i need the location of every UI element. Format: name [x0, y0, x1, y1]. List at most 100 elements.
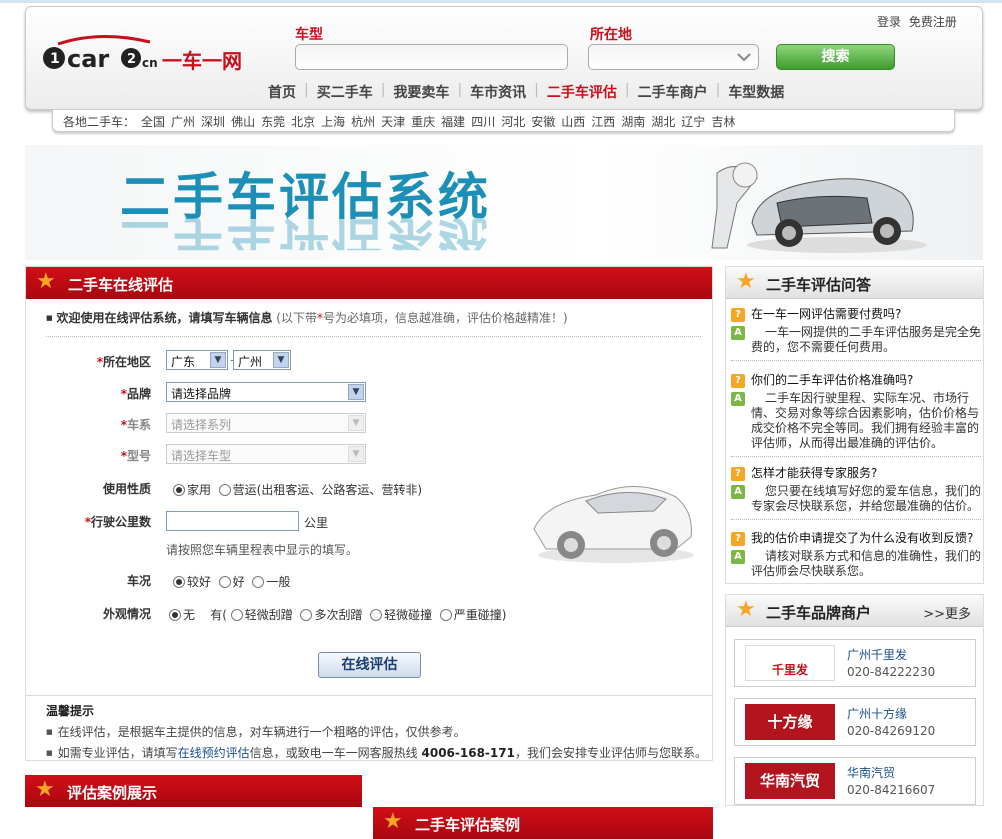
question-icon: ? [731, 532, 745, 546]
city-link[interactable]: 湖北 [651, 113, 675, 129]
star-icon: ★ [36, 269, 56, 294]
tip-2-post: ，我们会安排专业评估师与您联系。 [514, 746, 707, 760]
qa-answer: 二手车因行驶里程、实际车况、市场行情、交易对象等综合因素影响，估价价格与成交价格… [751, 391, 980, 450]
nav-news[interactable]: 车市资讯 [462, 82, 534, 102]
appearance-none-radio[interactable] [169, 609, 181, 621]
mileage-label-text: 行驶公里数 [90, 515, 151, 529]
question-icon: ? [731, 374, 745, 388]
hotline-number: 4006-168-171 [421, 746, 515, 760]
city-link[interactable]: 吉林 [711, 113, 735, 129]
merchant-card[interactable]: 千里发 广州千里发 020-84222230 [734, 639, 976, 687]
appearance-none-label: 无 [183, 608, 196, 622]
nav-evaluation[interactable]: 二手车评估 [539, 82, 625, 102]
merchant-name[interactable]: 华南汽贸 [847, 764, 895, 781]
appearance-severe-collision-radio[interactable] [439, 609, 452, 621]
qa-answer: 一车一网提供的二手车评估服务是完全免费的，您不需要任何费用。 [751, 325, 982, 354]
evaluation-panel: ★ 二手车在线评估 ■ 欢迎使用在线评估系统，请填写车辆信息 (以下带*号为必填… [25, 266, 713, 761]
merchant-name[interactable]: 广州十方缘 [847, 705, 907, 722]
top-line [0, 0, 1002, 3]
chevron-down-icon: ▼ [348, 415, 364, 431]
welcome-note-pre: (以下带 [276, 311, 317, 325]
city-link[interactable]: 杭州 [351, 113, 375, 129]
merchants-panel: ★ 二手车品牌商户 >>更多 千里发 广州千里发 020-84222230 十方… [725, 594, 984, 806]
province-value: 广东 [171, 355, 196, 369]
city-link[interactable]: 河北 [501, 113, 525, 129]
model-search-input[interactable] [295, 44, 568, 70]
city-link[interactable]: 深圳 [201, 113, 225, 129]
model-select[interactable]: 请选择车型 ▼ [166, 444, 366, 464]
city-link[interactable]: 广州 [171, 113, 195, 129]
qa-panel-header: ★ 二手车评估问答 [726, 267, 983, 299]
qa-question[interactable]: 怎样才能获得专家服务? [731, 466, 981, 481]
nav-home[interactable]: 首页 [260, 82, 304, 102]
mileage-input[interactable] [166, 511, 299, 531]
usage-commercial-radio[interactable] [218, 484, 231, 496]
qa-question[interactable]: 你们的二手车评估价格准确吗? [731, 373, 981, 388]
city-link[interactable]: 佛山 [231, 113, 255, 129]
city-link[interactable]: 山西 [561, 113, 585, 129]
condition-good-radio[interactable] [173, 576, 185, 588]
search-button[interactable]: 搜索 [776, 44, 895, 70]
city-link[interactable]: 福建 [441, 113, 465, 129]
city-select[interactable]: 广州 ▼ [233, 350, 291, 370]
condition-fine-radio[interactable] [218, 576, 231, 588]
tips-box: 温馨提示 在线评估，是根据车主提供的信息，对车辆进行一个粗略的评估，仅供参考。 … [26, 695, 712, 761]
brand-label-text: 品牌 [126, 387, 151, 401]
appearance-label: 外观情况 [102, 607, 151, 621]
mileage-label: *行驶公里数 [26, 513, 151, 530]
model-label-text: 型号 [126, 449, 151, 463]
brand-select[interactable]: 请选择品牌 ▼ [166, 382, 366, 402]
nav-merchants[interactable]: 二手车商户 [630, 82, 716, 102]
nav-model-data[interactable]: 车型数据 [720, 82, 792, 102]
city-link[interactable]: 全国 [141, 113, 165, 129]
city-link[interactable]: 江西 [591, 113, 615, 129]
qa-panel: ★ 二手车评估问答 ? 在一车一网评估需要付费吗? A 一车一网提供的二手车评估… [725, 266, 984, 584]
condition-average-radio[interactable] [252, 576, 265, 588]
city-link[interactable]: 上海 [321, 113, 345, 129]
merchant-card[interactable]: 十方缘 广州十方缘 020-84269120 [734, 698, 976, 746]
appearance-light-collision-radio[interactable] [370, 609, 383, 621]
city-link[interactable]: 湖南 [621, 113, 645, 129]
nav-buy[interactable]: 买二手车 [309, 82, 381, 102]
appearance-multi-scratch-radio[interactable] [300, 609, 313, 621]
nav-sell[interactable]: 我要卖车 [385, 82, 457, 102]
city-link[interactable]: 东莞 [261, 113, 285, 129]
province-select[interactable]: 广东 ▼ [166, 350, 228, 370]
merchants-panel-header: ★ 二手车品牌商户 >>更多 [726, 595, 983, 627]
series-select[interactable]: 请选择系列 ▼ [166, 413, 366, 433]
evaluate-button[interactable]: 在线评估 [318, 652, 421, 678]
appearance-light-scratch-label: 轻微刮蹭 [244, 608, 293, 622]
condition-fine-label: 好 [232, 575, 245, 589]
site-logo[interactable]: 1 car 2 cn 一车一网 [40, 34, 245, 74]
merchant-name[interactable]: 广州千里发 [847, 646, 907, 663]
condition-average-label: 一般 [266, 575, 291, 589]
city-link[interactable]: 北京 [291, 113, 315, 129]
city-bar-label: 各地二手车： [63, 115, 136, 129]
login-link[interactable]: 登录 [877, 15, 901, 29]
city-link[interactable]: 辽宁 [681, 113, 705, 129]
merchant-phone: 020-84269120 [847, 724, 936, 738]
answer-icon: A [731, 485, 745, 499]
series-label: *车系 [26, 416, 151, 433]
city-link[interactable]: 天津 [381, 113, 405, 129]
location-select[interactable] [588, 44, 759, 70]
qa-answer: 请核对联系方式和信息的准确性，我们的评估师会尽快联系您。 [751, 549, 982, 578]
more-link[interactable]: >>更多 [923, 603, 971, 622]
usage-household-radio[interactable] [173, 484, 185, 496]
chevron-down-icon [737, 53, 751, 62]
merchant-card[interactable]: 华南汽贸 华南汽贸 020-84216607 [734, 757, 976, 805]
mileage-unit: 公里 [304, 516, 329, 530]
qa-question[interactable]: 在一车一网评估需要付费吗? [731, 307, 981, 322]
usage-options: 家用 营运(出租客运、公路客运、营转非) [173, 481, 422, 498]
city-link[interactable]: 安徽 [531, 113, 555, 129]
tips-title: 温馨提示 [46, 704, 95, 718]
qa-question[interactable]: 我的估价申请提交了为什么没有收到反馈? [731, 531, 981, 546]
appearance-light-scratch-radio[interactable] [230, 609, 243, 621]
city-link[interactable]: 重庆 [411, 113, 435, 129]
tip-1-text: 在线评估，是根据车主提供的信息，对车辆进行一个粗略的评估，仅供参考。 [57, 725, 466, 739]
city-link[interactable]: 四川 [471, 113, 495, 129]
appearance-has-label: 有( [210, 608, 227, 622]
brand-label: *品牌 [26, 385, 151, 402]
register-link[interactable]: 免费注册 [909, 15, 957, 29]
appointment-link[interactable]: 在线预约评估 [178, 746, 250, 760]
